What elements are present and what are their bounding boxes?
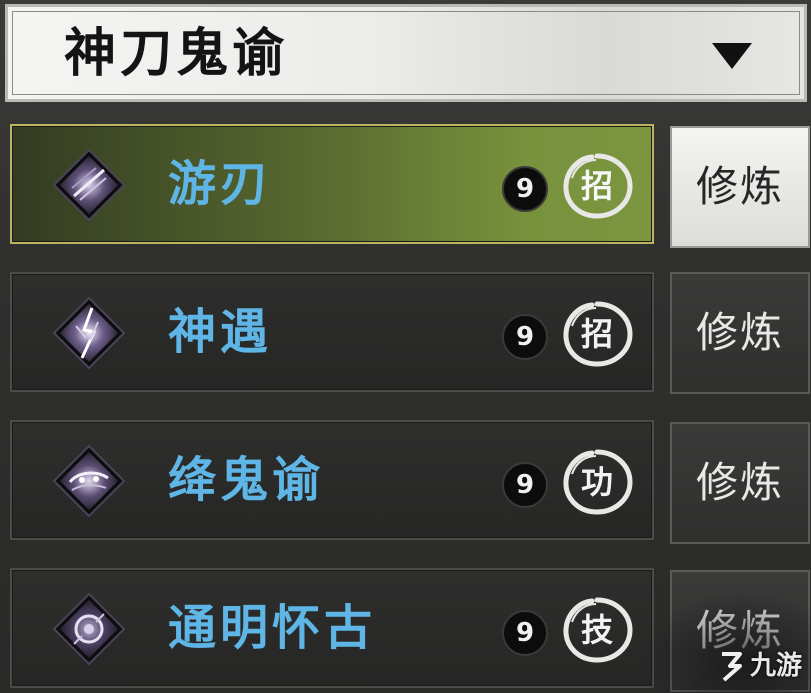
skill-level-badge: 9 (502, 314, 548, 360)
skill-set-title: 神刀鬼谕 (64, 23, 289, 84)
mask-skill-icon (52, 444, 126, 518)
lightning-skill-icon (52, 296, 126, 370)
skill-name: 神遇 (168, 304, 273, 360)
skill-type-badge: 功 (558, 446, 636, 518)
skill-set-dropdown[interactable]: 神刀鬼谕 (5, 4, 807, 102)
skill-level-badge: 9 (502, 462, 548, 508)
skill-type-badge: 技 (558, 594, 636, 666)
slash-skill-icon (52, 148, 126, 222)
skill-row[interactable]: 游刃 9 招 (10, 124, 654, 244)
skill-level-badge: 9 (502, 166, 548, 212)
skill-level-badge: 9 (502, 610, 548, 656)
cultivate-button[interactable]: 修炼 (670, 272, 810, 394)
skill-name: 绛鬼谕 (168, 452, 325, 508)
skill-type-badge: 招 (558, 150, 636, 222)
skill-name: 游刃 (168, 156, 273, 212)
orb-skill-icon (52, 592, 126, 666)
cultivate-button[interactable]: 修炼 (670, 126, 810, 248)
skill-name: 通明怀古 (168, 600, 377, 656)
skill-row[interactable]: 通明怀古 9 技 (10, 568, 654, 688)
skill-type-label: 招 (580, 315, 613, 353)
skill-type-label: 技 (580, 611, 613, 649)
skill-type-badge: 招 (558, 298, 636, 370)
skill-type-label: 功 (580, 463, 613, 501)
cultivate-button[interactable]: 修炼 (670, 422, 810, 544)
jiuyou-logo-icon (722, 652, 742, 682)
skill-type-label: 招 (580, 167, 613, 205)
skill-row[interactable]: 绛鬼谕 9 功 (10, 420, 654, 540)
skill-row[interactable]: 神遇 9 招 (10, 272, 654, 392)
watermark-text: 九游 (750, 651, 803, 681)
triangle-down-icon[interactable] (712, 43, 752, 69)
